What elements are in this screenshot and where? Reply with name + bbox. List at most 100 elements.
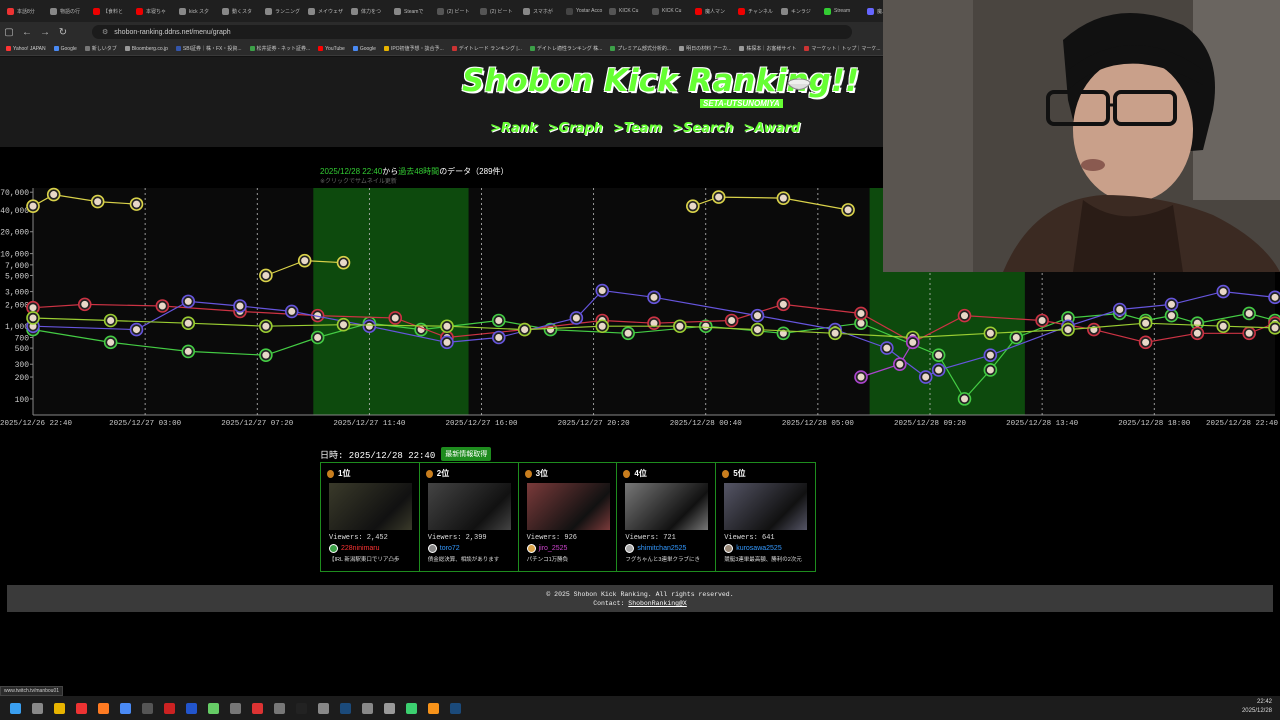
chart-streamer-avatar-point[interactable] <box>181 344 196 359</box>
chart-streamer-avatar-point[interactable] <box>828 326 842 341</box>
chart-streamer-avatar-point[interactable] <box>1009 330 1024 345</box>
browser-tab[interactable]: KICK Cu <box>649 2 692 20</box>
stream-thumbnail[interactable] <box>427 483 511 530</box>
streamer-info[interactable]: kurosawa2525 <box>724 544 782 553</box>
chart-streamer-avatar-point[interactable] <box>621 326 635 341</box>
stream-thumbnail[interactable] <box>625 483 709 530</box>
app-icon[interactable] <box>180 697 202 719</box>
taskbar-clock[interactable]: 22:42 2025/12/28 <box>1242 698 1272 716</box>
chart-streamer-avatar-point[interactable] <box>1216 284 1231 299</box>
app-icon[interactable] <box>422 697 444 719</box>
chart-streamer-avatar-point[interactable] <box>957 308 972 323</box>
bookmark-item[interactable]: 株探本｜お客様サイト <box>739 45 796 52</box>
app-icon[interactable] <box>114 697 136 719</box>
chart-streamer-avatar-point[interactable] <box>46 187 61 202</box>
ranking-card[interactable]: 5位 Viewers: 641 kurosawa2525 競艇3連単最高額、勝利の2次… <box>716 463 815 571</box>
browser-tab[interactable]: Stream <box>821 2 864 20</box>
chart-streamer-avatar-point[interactable] <box>595 283 610 298</box>
chart-streamer-avatar-point[interactable] <box>686 199 700 213</box>
chart-streamer-avatar-point[interactable] <box>595 319 610 334</box>
chart-streamer-avatar-point[interactable] <box>854 370 868 384</box>
bookmark-item[interactable]: デイトレード ランキング |... <box>451 45 522 52</box>
chart-streamer-avatar-point[interactable] <box>77 297 92 312</box>
chart-streamer-avatar-point[interactable] <box>750 308 765 323</box>
streamer-info[interactable]: jiro_2525 <box>526 544 568 553</box>
chart-streamer-avatar-point[interactable] <box>336 317 351 332</box>
chart-streamer-avatar-point[interactable] <box>1242 326 1256 341</box>
chart-streamer-avatar-point[interactable] <box>336 255 351 270</box>
chart-streamer-avatar-point[interactable] <box>103 313 118 328</box>
stream-thumbnail[interactable] <box>724 483 808 530</box>
streamer-info[interactable]: toro72 <box>427 544 460 553</box>
bookmark-item[interactable]: SBI証券｜株・FX・投資... <box>175 45 242 52</box>
stream-thumbnail[interactable] <box>329 483 412 530</box>
chart-streamer-avatar-point[interactable] <box>26 311 40 325</box>
ranking-card[interactable]: 1位 Viewers: 2,452 228ninimaru 【IRL 新潟駅東口でリア… <box>321 463 420 571</box>
chart-streamer-avatar-point[interactable] <box>880 341 894 355</box>
chart-streamer-avatar-point[interactable] <box>155 299 170 313</box>
chart-streamer-avatar-point[interactable] <box>673 319 687 334</box>
chart-streamer-avatar-point[interactable] <box>1190 326 1205 341</box>
chart-streamer-avatar-point[interactable] <box>1268 290 1280 305</box>
browser-tab[interactable]: kick ス夕 <box>176 2 219 20</box>
browser-tab[interactable]: スマホが <box>520 2 563 20</box>
app-icon[interactable] <box>400 697 422 719</box>
menu-link-graph[interactable]: >Graph <box>548 121 603 136</box>
chart-streamer-avatar-point[interactable] <box>983 363 998 377</box>
chart-streamer-avatar-point[interactable] <box>517 322 532 337</box>
browser-tab[interactable]: (2) ビート <box>477 2 520 20</box>
url-field[interactable]: ⚙ shobon-ranking.ddns.net/menu/graph <box>92 25 852 39</box>
chart-streamer-avatar-point[interactable] <box>918 370 933 384</box>
app-icon[interactable] <box>158 697 180 719</box>
chart-streamer-avatar-point[interactable] <box>776 297 791 312</box>
app-icon[interactable] <box>136 697 158 719</box>
bookmark-item[interactable]: マーケット｜トップ｜マーケ... <box>804 45 881 52</box>
windows-start-icon[interactable] <box>4 697 26 719</box>
chart-streamer-avatar-point[interactable] <box>440 319 454 334</box>
chart-streamer-avatar-point[interactable] <box>983 348 998 362</box>
ranking-card[interactable]: 4位 Viewers: 721 shimitchan2525 フグちゃんと3連単クラブ… <box>617 463 717 571</box>
browser-tab[interactable]: 本話8分 <box>4 2 47 20</box>
menu-link-rank[interactable]: >Rank <box>490 121 538 136</box>
bookmark-item[interactable]: Google <box>352 46 376 52</box>
chart-streamer-avatar-point[interactable] <box>1216 319 1231 334</box>
chart-streamer-avatar-point[interactable] <box>388 311 403 325</box>
chart-streamer-avatar-point[interactable] <box>90 194 105 209</box>
chart-streamer-avatar-point[interactable] <box>297 253 312 268</box>
firefox-icon[interactable] <box>92 697 114 719</box>
chart-streamer-avatar-point[interactable] <box>711 190 726 204</box>
stream-thumbnail[interactable] <box>526 483 610 530</box>
bookmark-item[interactable]: 新しいタブ <box>84 45 117 52</box>
chart-streamer-avatar-point[interactable] <box>1112 302 1127 317</box>
app-icon[interactable] <box>356 697 378 719</box>
chart-streamer-avatar-point[interactable] <box>1242 306 1256 321</box>
refresh-button[interactable]: 最新情報取得 <box>441 447 492 461</box>
streamer-name[interactable]: jiro_2525 <box>539 545 568 552</box>
app-icon[interactable] <box>312 697 334 719</box>
chart-streamer-avatar-point[interactable] <box>776 191 791 205</box>
chart-streamer-avatar-point[interactable] <box>259 348 273 362</box>
chart-streamer-avatar-point[interactable] <box>103 335 118 350</box>
chart-streamer-avatar-point[interactable] <box>491 330 506 345</box>
chart-streamer-avatar-point[interactable] <box>129 197 144 211</box>
chart-streamer-avatar-point[interactable] <box>854 306 868 321</box>
streamer-info[interactable]: 228ninimaru <box>329 544 380 553</box>
browser-tab[interactable]: 動くスタ <box>219 2 262 20</box>
browser-tab[interactable]: キンラジ <box>778 2 821 20</box>
bookmark-item[interactable]: Bloomberg.co.jp <box>124 46 168 52</box>
chart-streamer-avatar-point[interactable] <box>569 311 584 325</box>
chart-streamer-avatar-point[interactable] <box>129 322 144 337</box>
streamer-name[interactable]: shimitchan2525 <box>637 545 686 552</box>
browser-tab[interactable]: 体力をつ <box>348 2 391 20</box>
browser-tab[interactable]: チャンネル <box>735 2 778 20</box>
chart-streamer-avatar-point[interactable] <box>440 335 454 350</box>
browser-tab[interactable]: Yostar Acco <box>563 2 606 20</box>
chart-streamer-avatar-point[interactable] <box>491 313 506 328</box>
chart-streamer-avatar-point[interactable] <box>931 363 946 377</box>
browser-tab[interactable]: メイウェザ <box>305 2 348 20</box>
bookmark-item[interactable]: 松井証券 - ネット証券... <box>249 45 310 52</box>
back-icon[interactable]: ← <box>18 24 36 40</box>
search-icon[interactable] <box>26 697 48 719</box>
browser-tab[interactable]: 【食料と <box>90 2 133 20</box>
browser-tab[interactable]: Steamで <box>391 2 434 20</box>
